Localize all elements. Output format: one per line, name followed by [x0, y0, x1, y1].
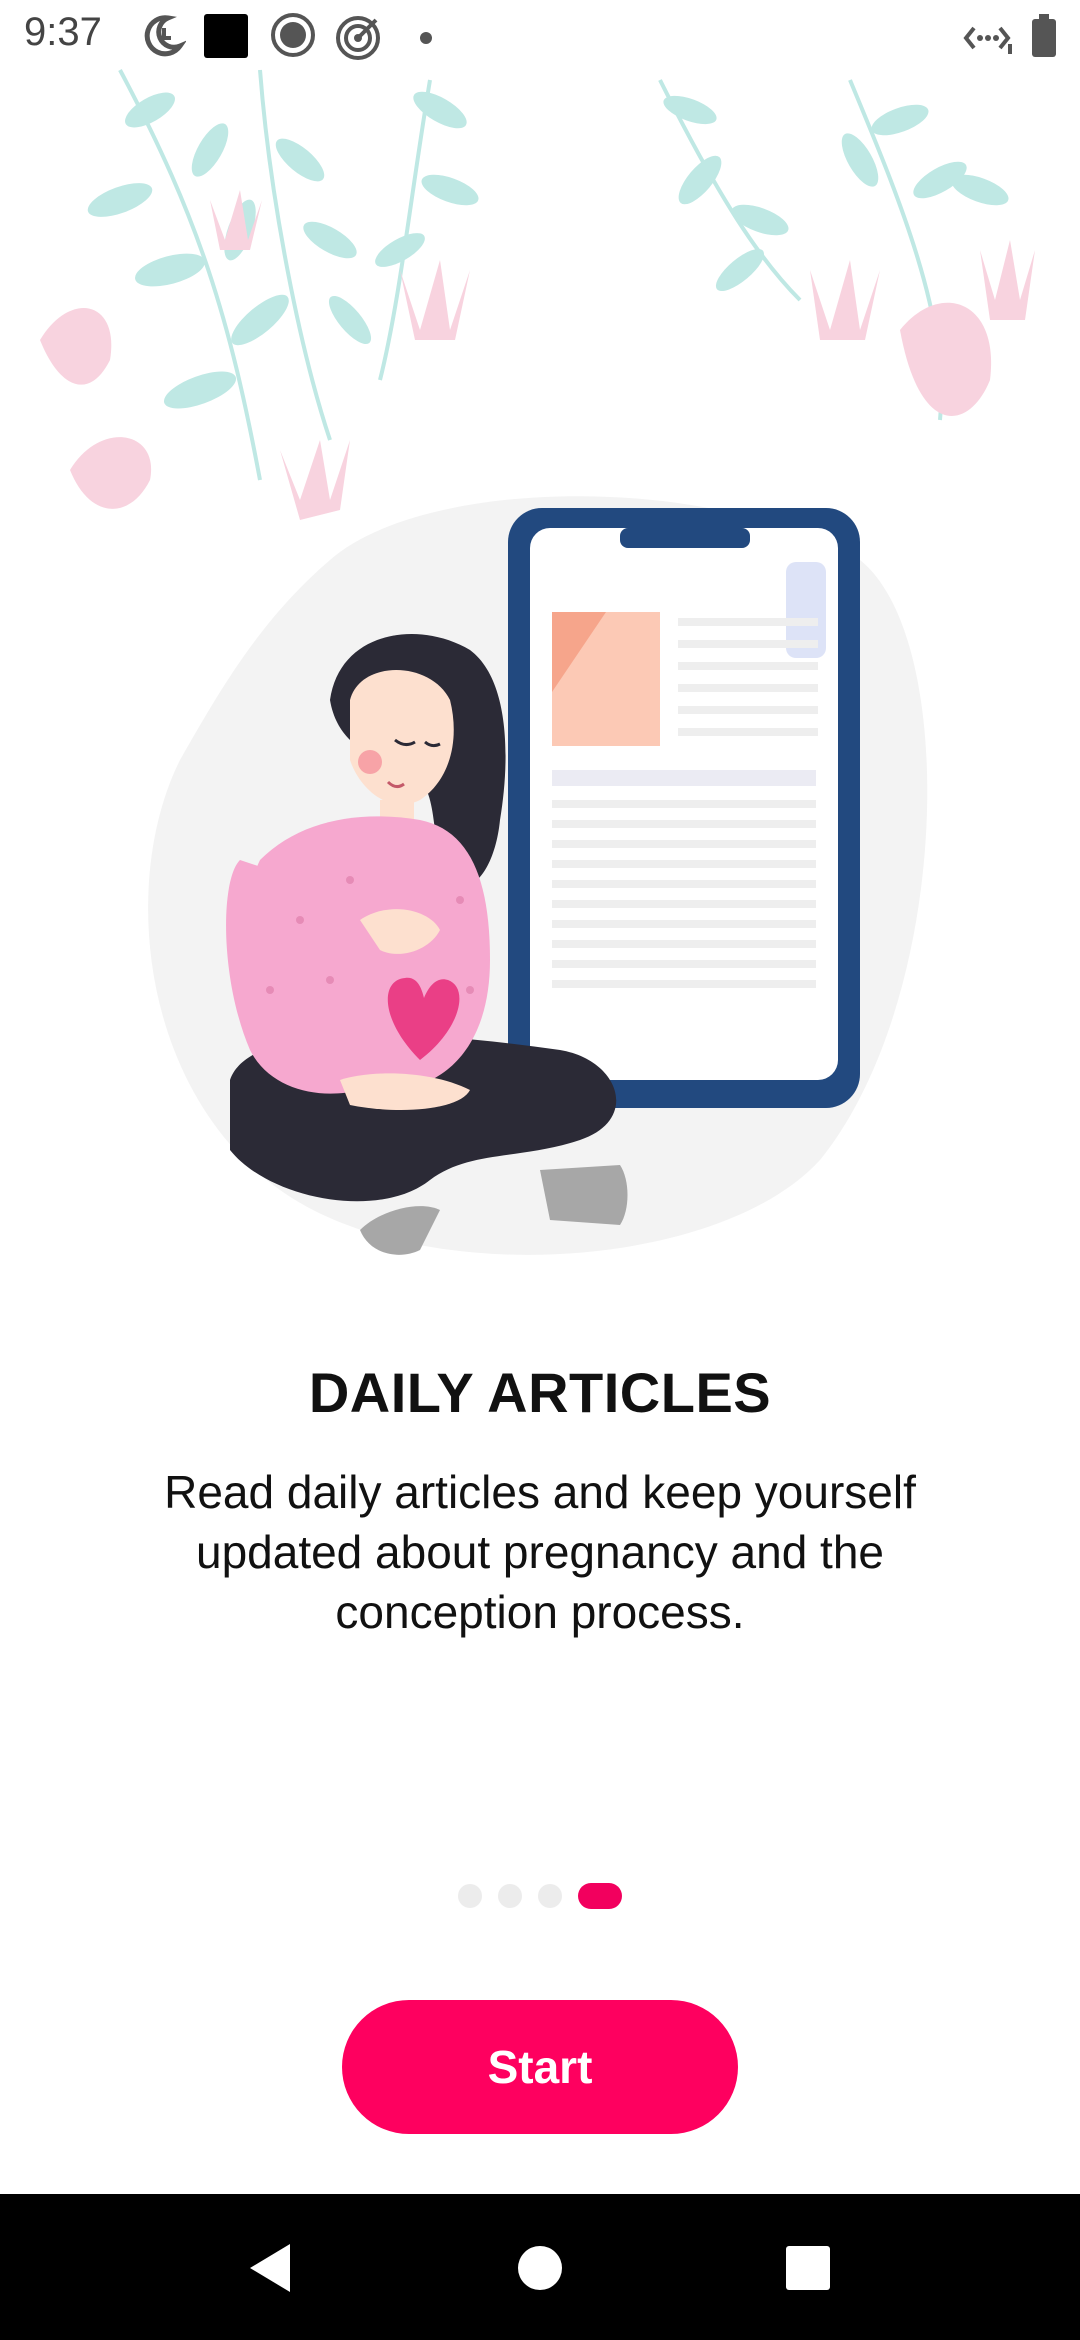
onboarding-description: Read daily articles and keep yourself up…	[164, 1466, 916, 1638]
page-dot[interactable]	[538, 1884, 562, 1908]
recents-icon[interactable]	[776, 2236, 840, 2300]
home-icon[interactable]	[508, 2236, 572, 2300]
page-dot[interactable]	[498, 1884, 522, 1908]
circle-record-icon	[271, 13, 315, 57]
status-time: 9:37	[24, 10, 102, 54]
back-icon[interactable]	[240, 2236, 304, 2300]
start-button[interactable]: Start	[342, 2000, 738, 2134]
black-square-icon	[204, 14, 248, 58]
target-icon	[336, 16, 380, 60]
page-indicator	[0, 1882, 1080, 1912]
navigation-bar	[0, 2194, 1080, 2340]
leaves-decoration-right	[658, 79, 1035, 421]
battery-icon	[1032, 14, 1056, 57]
phone-graphic	[508, 508, 860, 1108]
dot-icon	[420, 32, 432, 44]
leaves-decoration	[40, 69, 479, 520]
data-saver-icon	[963, 26, 1012, 54]
moon-clock-icon	[144, 15, 186, 57]
onboarding-title: DAILY ARTICLES	[308, 1361, 772, 1424]
onboarding-illustration	[40, 69, 1035, 1255]
page-dot-active[interactable]	[578, 1883, 622, 1909]
page-dot[interactable]	[458, 1884, 482, 1908]
